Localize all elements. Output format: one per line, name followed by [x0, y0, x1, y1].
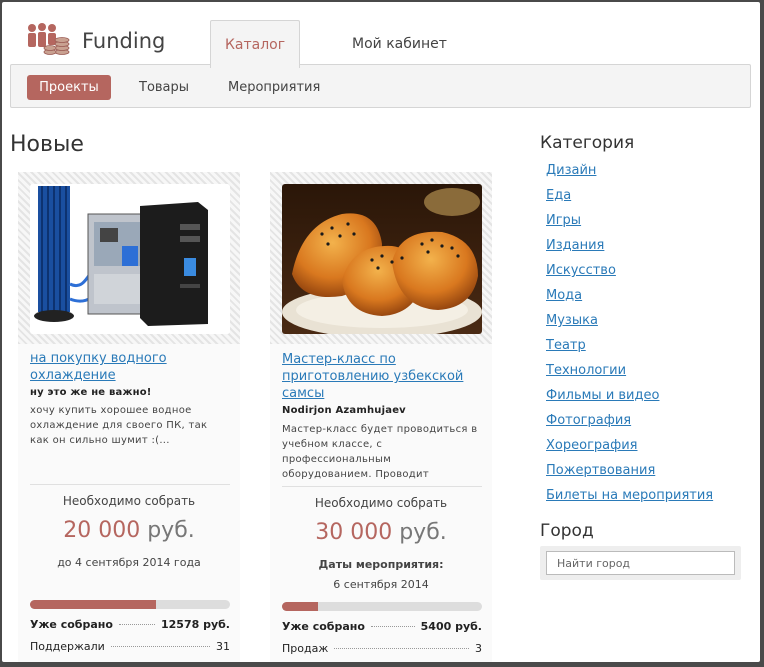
category-item-music[interactable]: Музыка [546, 312, 713, 337]
card-author: ну это же не важно! [30, 387, 152, 398]
card-image-frame [18, 172, 240, 344]
event-dates-value: 6 сентября 2014 [333, 578, 429, 591]
progress-bar [282, 602, 482, 611]
collected-label: Уже собрано [282, 620, 365, 633]
category-list: Дизайн Еда Игры Издания Искусство Мода М… [546, 162, 713, 512]
collected-value: 5400 руб. [420, 620, 482, 633]
card-author: Nodirjon Azamhujaev [282, 405, 406, 416]
brand-name[interactable]: Funding [82, 29, 165, 53]
dotted-leader [370, 626, 415, 627]
backers-value: 31 [216, 640, 230, 653]
card-image-frame [270, 172, 492, 344]
subnav-item-events[interactable]: Мероприятия [228, 75, 320, 100]
category-item-games[interactable]: Игры [546, 212, 713, 237]
card-description: Мастер-класс будет проводиться в учебном… [282, 424, 478, 480]
deadline: до 4 сентября 2014 года [57, 556, 201, 569]
dotted-leader [334, 648, 469, 649]
page: Funding Проекты Товары Мероприятия Катал… [2, 2, 760, 662]
sales-row: Продаж 3 [282, 642, 482, 655]
project-card: на покупку водного охлаждение ну это же … [18, 172, 240, 662]
goal-amount-value: 20 000 [63, 518, 141, 543]
sales-value: 3 [475, 642, 482, 655]
card-divider [30, 484, 230, 485]
tab-catalog[interactable]: Каталог [210, 20, 300, 68]
section-title: Новые [10, 132, 84, 157]
category-item-donations[interactable]: Пожертвования [546, 462, 713, 487]
sales-label: Продаж [282, 642, 329, 655]
category-heading: Категория [540, 133, 635, 153]
card-description: хочу купить хорошее водное охлаждение дл… [30, 405, 208, 446]
need-label: Необходимо собрать [314, 496, 448, 510]
category-item-art[interactable]: Искусство [546, 262, 713, 287]
category-item-fashion[interactable]: Мода [546, 287, 713, 312]
collected-row: Уже собрано 5400 руб. [282, 620, 482, 633]
backers-label: Поддержали [30, 640, 105, 653]
city-search-box [540, 546, 741, 580]
subnav-item-goods[interactable]: Товары [139, 75, 189, 100]
category-item-photography[interactable]: Фотография [546, 412, 713, 437]
dotted-leader [110, 646, 210, 647]
collected-row: Уже собрано 12578 руб. [30, 618, 230, 631]
collected-value: 12578 руб. [160, 618, 230, 631]
goal-amount-value: 30 000 [315, 520, 393, 545]
progress-fill [30, 600, 156, 609]
dotted-leader [118, 624, 155, 625]
goal-amount-currency: руб. [399, 520, 447, 545]
category-item-film-video[interactable]: Фильмы и видео [546, 387, 713, 412]
samsa-pastry-image[interactable] [282, 184, 482, 334]
category-item-publishing[interactable]: Издания [546, 237, 713, 262]
city-search-input[interactable] [546, 551, 735, 575]
card-divider [282, 486, 482, 487]
goal-amount: 30 000 руб. [270, 520, 492, 545]
backers-row: Поддержали 31 [30, 640, 230, 653]
card-title-link[interactable]: на покупку водного охлаждение [30, 350, 230, 384]
subnav-bar: Проекты Товары Мероприятия [10, 64, 751, 108]
event-card: Мастер-класс по приготовлению узбекской … [270, 172, 492, 662]
category-item-food[interactable]: Еда [546, 187, 713, 212]
category-item-choreography[interactable]: Хореография [546, 437, 713, 462]
progress-fill [282, 602, 318, 611]
subnav-item-projects[interactable]: Проекты [27, 75, 111, 100]
category-item-technology[interactable]: Технологии [546, 362, 713, 387]
card-title-link[interactable]: Мастер-класс по приготовлению узбекской … [282, 351, 482, 402]
progress-bar [30, 600, 230, 609]
goal-amount-currency: руб. [147, 518, 195, 543]
collected-label: Уже собрано [30, 618, 113, 631]
event-dates-label: Даты мероприятия: [318, 558, 444, 571]
tab-my-cabinet[interactable]: Мой кабинет [352, 36, 447, 52]
need-label: Необходимо собрать [62, 494, 196, 508]
goal-amount: 20 000 руб. [18, 518, 240, 543]
people-coins-logo-icon[interactable] [26, 22, 70, 56]
category-item-design[interactable]: Дизайн [546, 162, 713, 187]
category-item-theater[interactable]: Театр [546, 337, 713, 362]
water-cooling-pc-image[interactable] [30, 184, 230, 334]
city-heading: Город [540, 521, 594, 541]
category-item-event-tickets[interactable]: Билеты на мероприятия [546, 487, 713, 512]
